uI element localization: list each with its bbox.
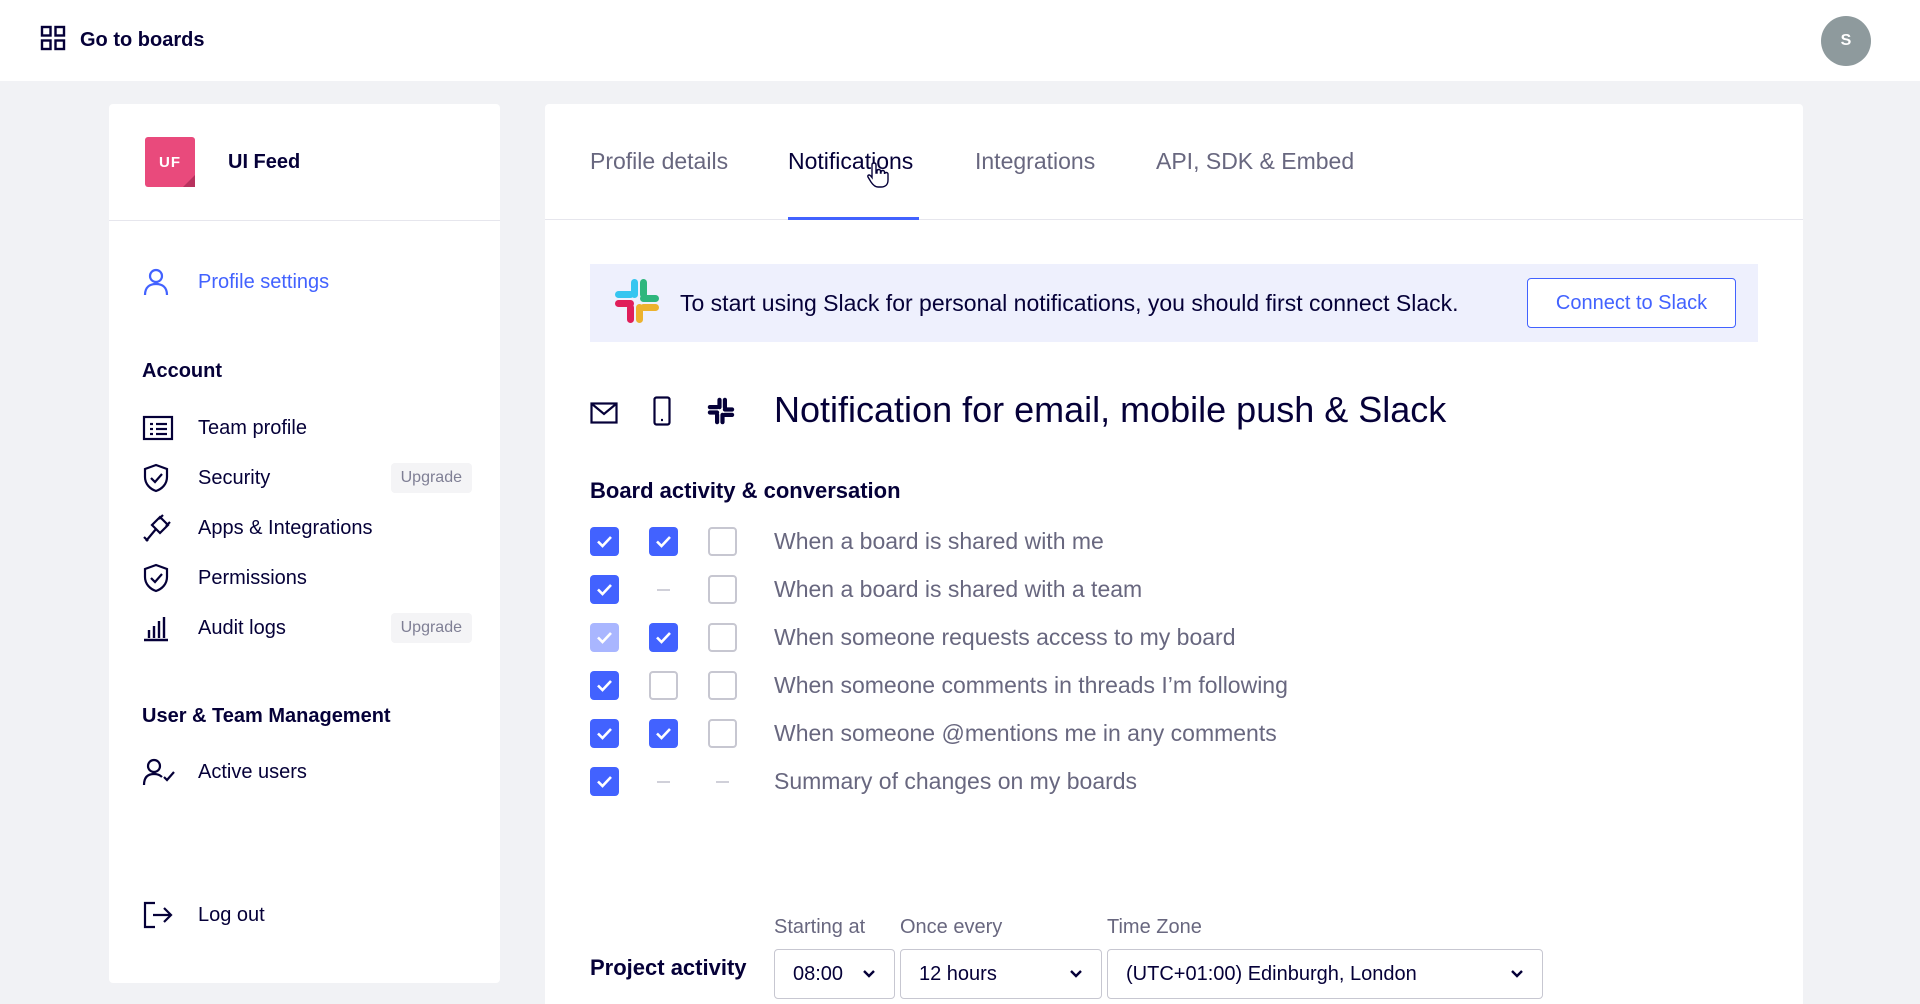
go-to-boards-label: Go to boards xyxy=(80,29,205,51)
notification-label: When someone @mentions me in any comment… xyxy=(774,720,1277,746)
slack-checkbox[interactable] xyxy=(708,623,737,652)
mobile-checkbox[interactable] xyxy=(649,719,678,748)
mobile-checkbox[interactable] xyxy=(649,671,678,700)
go-to-boards-link[interactable]: Go to boards xyxy=(40,25,204,57)
tab-api-sdk-embed[interactable]: API, SDK & Embed xyxy=(1156,148,1354,175)
slack-unavailable xyxy=(708,767,737,796)
sidebar-item-apps-integrations[interactable]: Apps & Integrations xyxy=(142,508,472,548)
logout-label: Log out xyxy=(198,903,265,926)
sidebar: UF UI Feed Profile settings Account Team… xyxy=(109,104,500,983)
timezone-value: (UTC+01:00) Edinburgh, London xyxy=(1126,962,1417,985)
sidebar-item-active-users[interactable]: Active users xyxy=(142,752,472,792)
sidebar-item-security[interactable]: Security Upgrade xyxy=(142,458,472,498)
hand-cursor-icon xyxy=(866,161,890,194)
mobile-checkbox[interactable] xyxy=(649,623,678,652)
team-logo: UF xyxy=(145,137,195,187)
sidebar-item-label: Profile settings xyxy=(198,270,330,293)
chevron-down-icon xyxy=(862,969,876,979)
board-activity-heading: Board activity & conversation xyxy=(590,478,901,503)
slack-logo-icon xyxy=(612,276,662,331)
chevron-down-icon xyxy=(1069,969,1083,979)
connect-slack-button[interactable]: Connect to Slack xyxy=(1527,278,1736,328)
timezone-label: Time Zone xyxy=(1107,916,1202,938)
notification-label: Summary of changes on my boards xyxy=(774,768,1138,794)
chevron-down-icon xyxy=(1510,969,1524,979)
logout-button[interactable]: Log out xyxy=(142,895,472,935)
mobile-icon xyxy=(653,396,671,431)
sidebar-item-profile-settings[interactable]: Profile settings xyxy=(142,262,472,302)
sidebar-item-audit-logs[interactable]: Audit logs Upgrade xyxy=(142,608,472,648)
notification-row: When someone comments in threads I’m fol… xyxy=(590,670,1690,702)
email-icon xyxy=(590,402,618,429)
shield-icon xyxy=(142,463,198,493)
email-checkbox[interactable] xyxy=(590,719,619,748)
sidebar-item-label: Apps & Integrations xyxy=(198,516,373,539)
email-checkbox[interactable] xyxy=(590,767,619,796)
notification-label: When someone requests access to my board xyxy=(774,624,1236,650)
starting-at-select[interactable]: 08:00 xyxy=(774,949,895,999)
notification-row: When a board is shared with a team xyxy=(590,574,1690,606)
slack-checkbox[interactable] xyxy=(708,719,737,748)
slack-checkbox[interactable] xyxy=(708,575,737,604)
management-heading: User & Team Management xyxy=(142,705,391,727)
notification-row: When someone @mentions me in any comment… xyxy=(590,718,1690,750)
once-every-label: Once every xyxy=(900,916,1003,938)
shield-icon xyxy=(142,563,198,593)
mobile-unavailable xyxy=(649,575,678,604)
notification-row: Summary of changes on my boards xyxy=(590,766,1690,798)
email-checkbox[interactable] xyxy=(590,527,619,556)
sidebar-item-label: Audit logs xyxy=(198,616,286,639)
channel-icons xyxy=(590,394,740,434)
project-activity-heading: Project activity xyxy=(590,955,747,980)
slack-checkbox[interactable] xyxy=(708,527,737,556)
team-name: UI Feed xyxy=(228,150,301,173)
notification-row: When a board is shared with me xyxy=(590,526,1690,558)
slack-banner: To start using Slack for personal notifi… xyxy=(590,264,1758,342)
email-checkbox[interactable] xyxy=(590,623,619,652)
notification-label: When a board is shared with a team xyxy=(774,576,1143,602)
email-checkbox[interactable] xyxy=(590,671,619,700)
notification-label: When a board is shared with me xyxy=(774,528,1104,554)
slack-banner-text: To start using Slack for personal notifi… xyxy=(680,289,1459,316)
top-bar: Go to boards S xyxy=(0,0,1920,81)
bar-chart-icon xyxy=(142,614,198,642)
tab-bar: Profile details Notifications Integratio… xyxy=(545,104,1803,220)
team-header: UF UI Feed xyxy=(109,104,500,221)
main-panel: Profile details Notifications Integratio… xyxy=(545,104,1803,1004)
sidebar-item-label: Security xyxy=(198,466,271,489)
sidebar-item-label: Team profile xyxy=(198,416,307,439)
logout-icon xyxy=(142,900,198,930)
starting-at-value: 08:00 xyxy=(793,962,844,985)
sidebar-item-label: Permissions xyxy=(198,566,307,589)
tab-integrations[interactable]: Integrations xyxy=(975,148,1095,175)
sidebar-item-permissions[interactable]: Permissions xyxy=(142,558,472,598)
tab-notifications[interactable]: Notifications xyxy=(788,148,913,175)
user-check-icon xyxy=(142,757,198,787)
section-title: Notification for email, mobile push & Sl… xyxy=(774,389,1447,430)
once-every-select[interactable]: 12 hours xyxy=(900,949,1102,999)
user-icon xyxy=(142,267,198,297)
upgrade-badge[interactable]: Upgrade xyxy=(390,463,472,493)
slack-mono-icon xyxy=(706,396,736,431)
grid-icon xyxy=(40,25,66,57)
mobile-checkbox[interactable] xyxy=(649,527,678,556)
email-checkbox[interactable] xyxy=(590,575,619,604)
sidebar-item-team-profile[interactable]: Team profile xyxy=(142,408,472,448)
upgrade-badge[interactable]: Upgrade xyxy=(390,613,472,643)
notification-row: When someone requests access to my board xyxy=(590,622,1690,654)
slack-checkbox[interactable] xyxy=(708,671,737,700)
tab-profile-details[interactable]: Profile details xyxy=(590,148,728,175)
account-heading: Account xyxy=(142,360,222,382)
team-profile-icon xyxy=(142,415,198,441)
timezone-select[interactable]: (UTC+01:00) Edinburgh, London xyxy=(1107,949,1543,999)
sidebar-item-label: Active users xyxy=(198,760,307,783)
once-every-value: 12 hours xyxy=(919,962,997,985)
avatar[interactable]: S xyxy=(1821,15,1871,66)
mobile-unavailable xyxy=(649,767,678,796)
starting-at-label: Starting at xyxy=(774,916,866,938)
plug-icon xyxy=(142,513,198,543)
notification-label: When someone comments in threads I’m fol… xyxy=(774,672,1288,698)
active-tab-indicator xyxy=(788,217,919,220)
